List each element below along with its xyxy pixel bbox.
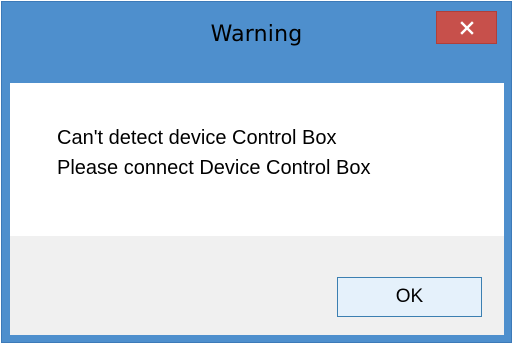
ok-button[interactable]: OK — [337, 277, 482, 317]
warning-message: Can't detect device Control Box Please c… — [57, 123, 371, 183]
warning-dialog: Warning Can't detect device Control Box … — [1, 1, 512, 343]
dialog-title: Warning — [210, 22, 303, 47]
close-icon — [459, 20, 474, 35]
dialog-footer: OK — [10, 236, 504, 335]
message-line-1: Can't detect device Control Box — [57, 127, 337, 149]
close-button[interactable] — [436, 11, 497, 44]
message-line-2: Please connect Device Control Box — [57, 157, 371, 179]
title-bar[interactable]: Warning — [2, 2, 511, 83]
dialog-content: Can't detect device Control Box Please c… — [10, 83, 504, 236]
